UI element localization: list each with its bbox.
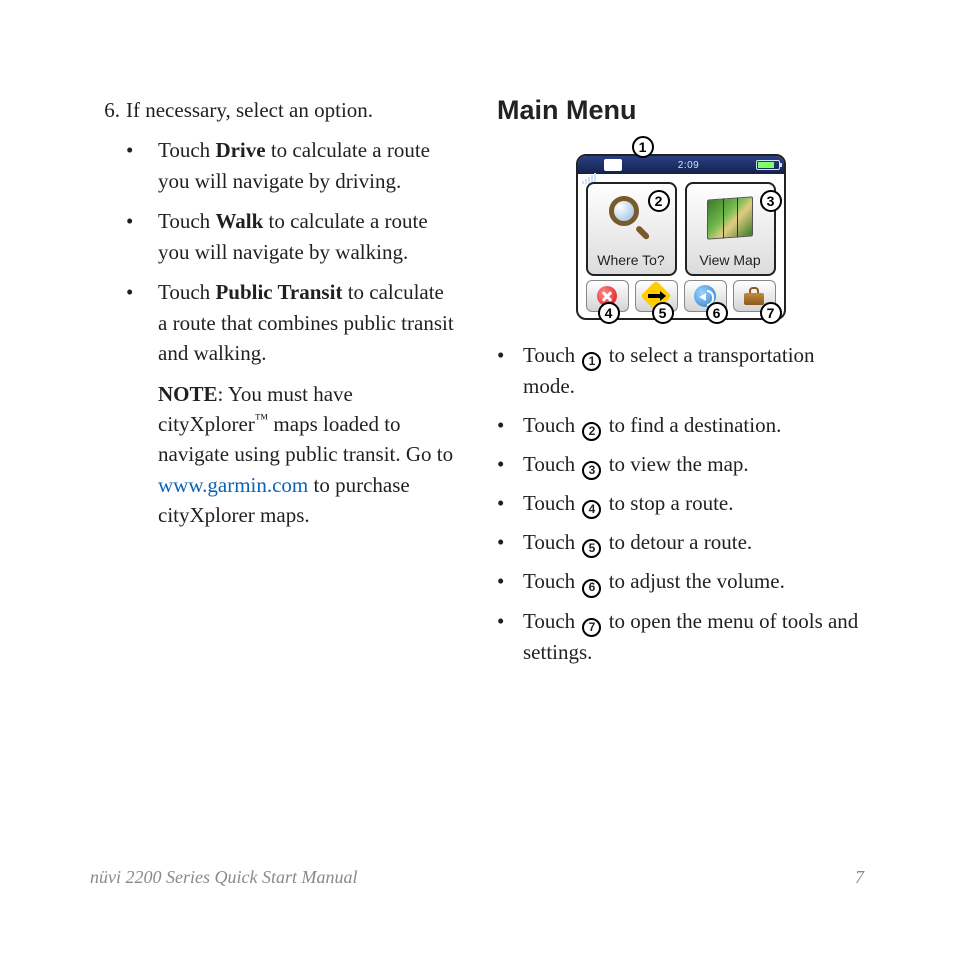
- inline-circle-5: 5: [582, 539, 601, 558]
- option-drive: Touch Drive to calculate a route you wil…: [126, 135, 457, 196]
- callout-circle-6: 6: [706, 302, 728, 324]
- callout-item: Touch 3 to view the map.: [497, 449, 864, 480]
- step-number: 6.: [90, 95, 120, 541]
- text: Touch: [523, 452, 580, 476]
- bold-word: Walk: [215, 209, 263, 233]
- note-colon: :: [218, 382, 228, 406]
- bold-word: Public Transit: [215, 280, 342, 304]
- text: Touch: [158, 209, 215, 233]
- step-list: 6. If necessary, select an option. Touch…: [90, 95, 457, 541]
- text: Touch: [523, 609, 580, 633]
- garmin-link[interactable]: www.garmin.com: [158, 473, 308, 497]
- inline-circle-7: 7: [582, 618, 601, 637]
- bold-word: Drive: [215, 138, 265, 162]
- device: 1 2 3 4 5 6 7 2:09: [566, 136, 796, 326]
- step-6: 6. If necessary, select an option. Touch…: [90, 95, 457, 541]
- callout-circle-5: 5: [652, 302, 674, 324]
- inline-circle-6: 6: [582, 579, 601, 598]
- callout-circle-4: 4: [598, 302, 620, 324]
- option-walk: Touch Walk to calculate a route you will…: [126, 206, 457, 267]
- tools-icon: [744, 287, 764, 305]
- map-icon: [707, 196, 753, 239]
- text: Touch: [523, 569, 580, 593]
- battery-icon: [756, 160, 780, 170]
- tile-label: Where To?: [597, 252, 664, 268]
- callout-circle-1: 1: [632, 136, 654, 158]
- text: to detour a route.: [603, 530, 752, 554]
- step-body: If necessary, select an option. Touch Dr…: [126, 95, 457, 541]
- trademark: ™: [255, 411, 268, 426]
- option-transit: Touch Public Transit to calculate a rout…: [126, 277, 457, 531]
- text: to find a destination.: [603, 413, 781, 437]
- text: Touch: [523, 530, 580, 554]
- device-screen: 2:09 Where To?: [576, 154, 786, 320]
- callout-list: Touch 1 to select a transportation mode.…: [497, 340, 864, 667]
- inline-circle-4: 4: [582, 500, 601, 519]
- text: Touch: [523, 413, 580, 437]
- signal-icon: [582, 160, 600, 170]
- device-figure: 1 2 3 4 5 6 7 2:09: [497, 136, 864, 326]
- tile-label: View Map: [699, 252, 760, 268]
- inline-circle-2: 2: [582, 422, 601, 441]
- text: to view the map.: [603, 452, 748, 476]
- callout-circle-3: 3: [760, 190, 782, 212]
- inline-circle-1: 1: [582, 352, 601, 371]
- transport-mode-icon[interactable]: [604, 159, 622, 171]
- callout-circle-7: 7: [760, 302, 782, 324]
- tile-row: Where To? View Map: [578, 174, 784, 280]
- status-time: 2:09: [626, 160, 752, 171]
- manual-page: 6. If necessary, select an option. Touch…: [0, 0, 954, 715]
- status-bar: 2:09: [578, 156, 784, 174]
- note-label: NOTE: [158, 382, 218, 406]
- heading-main-menu: Main Menu: [497, 95, 864, 126]
- callout-item: Touch 6 to adjust the volume.: [497, 566, 864, 597]
- callout-circle-2: 2: [648, 190, 670, 212]
- text: Touch: [523, 491, 580, 515]
- right-column: Main Menu 1 2 3 4 5 6 7 2:09: [497, 95, 864, 675]
- text: Touch: [158, 138, 215, 162]
- text: Touch: [523, 343, 580, 367]
- callout-item: Touch 1 to select a transportation mode.: [497, 340, 864, 402]
- callout-item: Touch 5 to detour a route.: [497, 527, 864, 558]
- left-column: 6. If necessary, select an option. Touch…: [90, 95, 457, 675]
- callout-item: Touch 2 to find a destination.: [497, 410, 864, 441]
- inline-circle-3: 3: [582, 461, 601, 480]
- text: to stop a route.: [603, 491, 733, 515]
- text: to adjust the volume.: [603, 569, 784, 593]
- option-list: Touch Drive to calculate a route you wil…: [126, 135, 457, 530]
- footer-title: nüvi 2200 Series Quick Start Manual: [90, 867, 357, 888]
- page-number: 7: [855, 867, 864, 888]
- text: Touch: [158, 280, 215, 304]
- callout-item: Touch 7 to open the menu of tools and se…: [497, 606, 864, 668]
- step-text: If necessary, select an option.: [126, 98, 373, 122]
- callout-item: Touch 4 to stop a route.: [497, 488, 864, 519]
- page-footer: nüvi 2200 Series Quick Start Manual 7: [90, 867, 864, 888]
